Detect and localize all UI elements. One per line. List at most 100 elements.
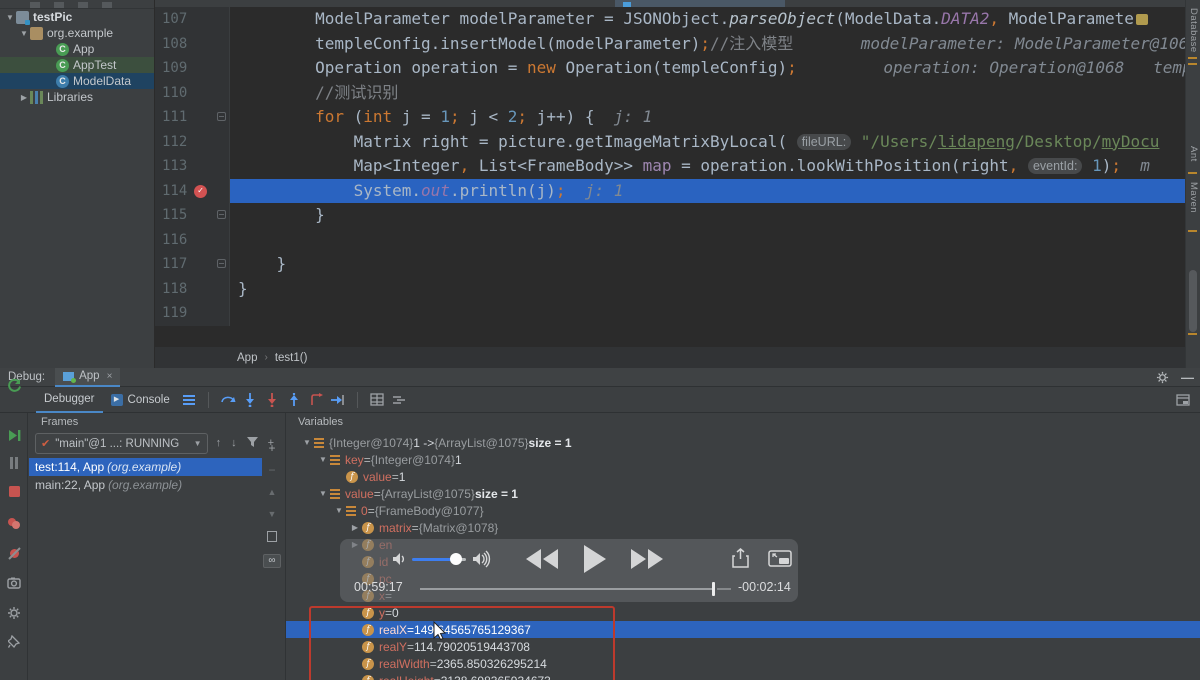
variable-row[interactable]: ▼key = {Integer@1074} 1 <box>286 451 1200 468</box>
toolwindow-button-maven[interactable]: Maven <box>1188 182 1199 213</box>
variable-row[interactable]: frealHeight = 3138.698365934673 <box>286 672 1200 680</box>
fold-marker-icon[interactable] <box>217 112 226 121</box>
folded-code-icon[interactable] <box>1136 14 1148 25</box>
code-text[interactable]: templeConfig.insertModel(modelParameter)… <box>230 32 1185 57</box>
code-line-115[interactable]: 115 } <box>155 203 1185 228</box>
drop-frame-icon[interactable] <box>305 390 327 410</box>
line-number[interactable]: 110 <box>155 81 230 106</box>
code-line-116[interactable]: 116 <box>155 228 1185 253</box>
share-icon[interactable] <box>732 548 749 568</box>
resume-icon[interactable] <box>3 425 25 445</box>
line-number[interactable]: 116 <box>155 228 230 253</box>
code-text[interactable] <box>230 228 1185 253</box>
tree-item-apptest[interactable]: CAppTest <box>0 57 154 73</box>
line-number[interactable]: 112 <box>155 130 230 155</box>
variable-row[interactable]: frealWidth = 2365.850326295214 <box>286 655 1200 672</box>
frame-up-icon[interactable]: ↑ <box>216 437 222 450</box>
debug-tab-app[interactable]: App × <box>55 368 120 387</box>
compare-icon[interactable] <box>388 390 410 410</box>
tree-arrow-icon[interactable]: ▶ <box>18 93 30 102</box>
frame-down-icon[interactable]: ↓ <box>231 437 237 450</box>
line-number[interactable]: 113 <box>155 154 230 179</box>
code-line-113[interactable]: 113 Map<Integer, List<FrameBody>> map = … <box>155 154 1185 179</box>
step-over-icon[interactable] <box>217 390 239 410</box>
code-text[interactable]: System.out.println(j); j: 1 <box>230 179 1185 204</box>
tree-arrow-icon[interactable]: ▶ <box>348 523 362 532</box>
show-watches-icon[interactable]: ∞ <box>263 554 281 568</box>
code-text[interactable]: for (int j = 1; j < 2; j++) { j: 1 <box>230 105 1185 130</box>
rerun-icon[interactable] <box>3 375 25 395</box>
force-step-into-icon[interactable] <box>261 390 283 410</box>
view-as-table-icon[interactable] <box>366 390 388 410</box>
add-watch-icon[interactable]: + <box>268 443 275 453</box>
close-icon[interactable]: × <box>107 371 113 382</box>
fold-marker-icon[interactable] <box>217 210 226 219</box>
frame-row[interactable]: test:114, App (org.example) <box>29 458 262 476</box>
code-text[interactable]: Map<Integer, List<FrameBody>> map = oper… <box>230 154 1185 179</box>
breadcrumb-item[interactable]: App <box>237 352 257 364</box>
pause-icon[interactable] <box>3 453 25 473</box>
tree-item-libraries[interactable]: ▶Libraries <box>0 89 154 105</box>
thread-selector[interactable]: ✔ "main"@1 ...: RUNNING ▼ <box>35 433 208 454</box>
volume-low-icon[interactable] <box>392 551 408 567</box>
duplicate-icon[interactable] <box>267 531 277 542</box>
code-text[interactable]: ModelParameter modelParameter = JSONObje… <box>230 7 1185 32</box>
code-area[interactable]: 107 ModelParameter modelParameter = JSON… <box>155 7 1185 347</box>
code-line-111[interactable]: 111 for (int j = 1; j < 2; j++) { j: 1 <box>155 105 1185 130</box>
toolwindow-button-ant[interactable]: Ant <box>1188 146 1199 162</box>
gear-icon[interactable] <box>1156 371 1169 384</box>
hide-icon[interactable]: — <box>1181 370 1194 385</box>
code-text[interactable]: } <box>230 203 1185 228</box>
error-stripe-mark[interactable] <box>1188 57 1197 59</box>
toolwindow-button-database[interactable]: Database <box>1188 8 1199 53</box>
error-stripe-mark[interactable] <box>1188 172 1197 174</box>
line-number[interactable]: 111 <box>155 105 230 130</box>
error-stripe-mark[interactable] <box>1188 63 1197 65</box>
line-number[interactable]: 117 <box>155 252 230 277</box>
code-line-109[interactable]: 109 Operation operation = new Operation(… <box>155 56 1185 81</box>
code-line-118[interactable]: 118} <box>155 277 1185 302</box>
pin-icon[interactable] <box>3 631 25 651</box>
variable-row[interactable]: ▼0 = {FrameBody@1077} <box>286 502 1200 519</box>
move-up-icon[interactable]: ▲ <box>268 487 277 497</box>
error-stripe-mark[interactable] <box>1188 230 1197 232</box>
fast-forward-icon[interactable] <box>630 547 664 571</box>
rewind-icon[interactable] <box>525 547 559 571</box>
variable-row[interactable]: ▶fmatrix = {Matrix@1078} <box>286 519 1200 536</box>
variable-row[interactable]: frealY = 114.79020519443708 <box>286 638 1200 655</box>
code-line-117[interactable]: 117 } <box>155 252 1185 277</box>
breadcrumb-item[interactable]: test1() <box>275 352 308 364</box>
tree-item-app[interactable]: CApp <box>0 41 154 57</box>
variable-row[interactable]: ▼{Integer@1074} 1 -> {ArrayList@1075} si… <box>286 434 1200 451</box>
stop-icon[interactable] <box>3 481 25 501</box>
filter-icon[interactable] <box>247 437 258 450</box>
remove-watch-icon[interactable]: − <box>268 465 275 475</box>
tree-item-modeldata[interactable]: CModelData <box>0 73 154 89</box>
player-progress-bar[interactable] <box>420 588 715 590</box>
code-text[interactable]: } <box>230 252 1185 277</box>
line-number[interactable]: 109 <box>155 56 230 81</box>
tree-arrow-icon[interactable]: ▼ <box>316 489 330 498</box>
line-number[interactable]: 114✓ <box>155 179 230 204</box>
restore-layout-icon[interactable] <box>178 390 200 410</box>
line-number[interactable]: 115 <box>155 203 230 228</box>
layout-settings-icon[interactable] <box>1172 390 1194 410</box>
tab-debugger[interactable]: Debugger <box>36 387 103 413</box>
variable-row[interactable]: ▼value = {ArrayList@1075} size = 1 <box>286 485 1200 502</box>
line-number[interactable]: 118 <box>155 277 230 302</box>
code-text[interactable]: //测试识别 <box>230 81 1185 106</box>
code-line-112[interactable]: 112 Matrix right = picture.getImageMatri… <box>155 130 1185 155</box>
fold-marker-icon[interactable] <box>217 259 226 268</box>
variable-row[interactable]: fy = 0 <box>286 604 1200 621</box>
tab-console[interactable]: ▶Console <box>103 387 178 413</box>
volume-high-icon[interactable] <box>472 549 494 569</box>
code-line-108[interactable]: 108 templeConfig.insertModel(modelParame… <box>155 32 1185 57</box>
breakpoint-icon[interactable]: ✓ <box>194 185 207 198</box>
editor-tab-selected[interactable] <box>615 0 785 7</box>
code-text[interactable]: Matrix right = picture.getImageMatrixByL… <box>230 130 1185 155</box>
move-down-icon[interactable]: ▼ <box>268 509 277 519</box>
code-line-114[interactable]: 114✓ System.out.println(j); j: 1 <box>155 179 1185 204</box>
tree-arrow-icon[interactable]: ▼ <box>18 29 30 38</box>
tree-arrow-icon[interactable]: ▼ <box>300 438 314 447</box>
editor-tab-bar[interactable] <box>155 0 1200 7</box>
